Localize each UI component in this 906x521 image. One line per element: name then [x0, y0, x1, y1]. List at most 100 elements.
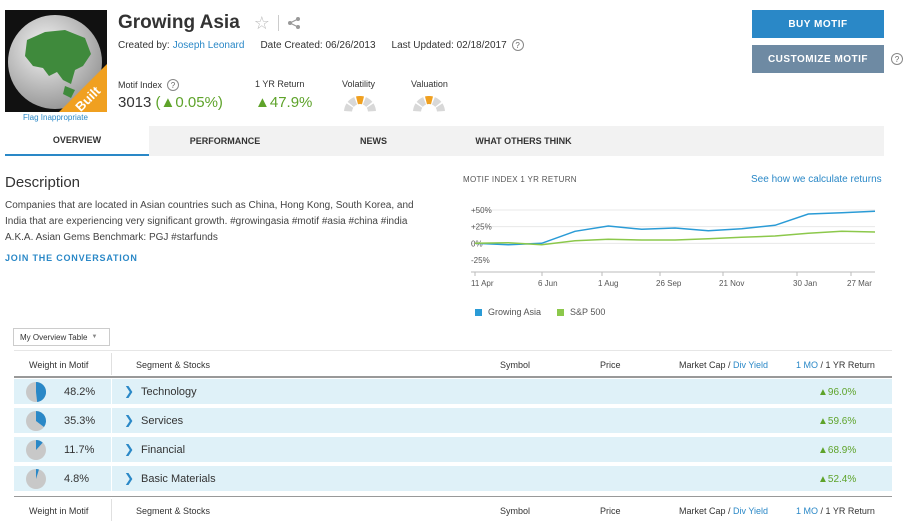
x-tick-label: 27 Mar	[847, 279, 872, 288]
one-year-label[interactable]: / 1 YR Return	[821, 506, 875, 516]
motif-logo: Built	[5, 10, 107, 112]
help-icon[interactable]: ?	[511, 39, 524, 51]
market-cap-label[interactable]: Market Cap /	[679, 506, 731, 516]
motif-index-label: Motif Index ?	[118, 79, 180, 91]
buy-motif-button[interactable]: BUY MOTIF	[752, 10, 884, 38]
tab-performance[interactable]: PERFORMANCE	[149, 126, 301, 156]
col-market-cap[interactable]: Market Cap / Div Yield	[679, 506, 768, 516]
y-tick-label: -25%	[471, 256, 490, 265]
legend-sp500[interactable]: S&P 500	[570, 307, 605, 317]
caret-down-icon: ▼	[91, 334, 98, 340]
segment-name[interactable]: Technology	[141, 386, 197, 398]
x-tick-label: 30 Jan	[793, 279, 817, 288]
gauge-segment	[424, 96, 434, 105]
return-value: ▲59.6%	[818, 416, 857, 427]
segment-name[interactable]: Financial	[141, 444, 185, 456]
x-tick-label: 11 Apr	[471, 279, 494, 288]
weight-value: 35.3%	[64, 415, 96, 427]
legend-swatch-growing-asia	[475, 308, 482, 316]
y-tick-label: +50%	[471, 206, 492, 215]
tab-overview[interactable]: OVERVIEW	[5, 126, 149, 156]
one-month-label[interactable]: 1 MO	[796, 360, 818, 370]
volatility-label: Volatility	[342, 79, 376, 89]
tab-what-others-think[interactable]: WHAT OTHERS THINK	[446, 126, 601, 156]
share-icon[interactable]	[287, 16, 301, 30]
col-price[interactable]: Price	[600, 360, 621, 370]
chevron-right-icon[interactable]: ❯	[124, 442, 134, 456]
gauge-segment	[355, 96, 365, 105]
col-symbol[interactable]: Symbol	[500, 360, 530, 370]
col-segment[interactable]: Segment & Stocks	[136, 506, 210, 516]
calc-returns-link[interactable]: See how we calculate returns	[751, 174, 882, 185]
index-value: 3013	[118, 94, 152, 111]
market-cap-label[interactable]: Market Cap /	[679, 360, 731, 370]
date-created: 06/26/2013	[325, 39, 376, 51]
col-market-cap[interactable]: Market Cap / Div Yield	[679, 360, 768, 370]
return-value: ▲96.0%	[818, 387, 857, 398]
table-row[interactable]: 35.3% ❯ Services ▲59.6%	[14, 408, 892, 435]
date-created-label: Date Created:	[260, 39, 323, 51]
col-weight[interactable]: Weight in Motif	[29, 360, 88, 370]
creator-link[interactable]: Joseph Leonard	[173, 40, 245, 51]
one-year-label[interactable]: / 1 YR Return	[821, 360, 875, 370]
valuation-gauge	[413, 96, 445, 112]
col-price[interactable]: Price	[600, 506, 621, 516]
weight-value: 4.8%	[64, 473, 90, 485]
div-yield-label[interactable]: Div Yield	[733, 360, 768, 370]
col-weight[interactable]: Weight in Motif	[29, 506, 88, 516]
help-icon[interactable]: ?	[167, 79, 180, 91]
chart-title: MOTIF INDEX 1 YR RETURN	[463, 175, 577, 184]
column-divider	[111, 353, 112, 375]
motif-index-label-text: Motif Index	[118, 80, 163, 90]
table-row[interactable]: 11.7% ❯ Financial ▲68.9%	[14, 437, 892, 464]
tab-news[interactable]: NEWS	[301, 126, 446, 156]
index-change: (▲0.05%)	[155, 94, 223, 111]
chart-legend: Growing Asia S&P 500	[475, 307, 605, 317]
col-return[interactable]: 1 MO / 1 YR Return	[796, 360, 875, 370]
legend-growing-asia[interactable]: Growing Asia	[488, 307, 541, 317]
series-line	[474, 230, 876, 246]
created-by-label: Created by:	[118, 39, 170, 51]
col-segment[interactable]: Segment & Stocks	[136, 360, 210, 370]
one-month-label[interactable]: 1 MO	[796, 506, 818, 516]
star-icon[interactable]: ☆	[254, 14, 270, 32]
customize-motif-button[interactable]: CUSTOMIZE MOTIF	[752, 45, 884, 73]
column-divider	[111, 466, 112, 493]
return-value: ▲52.4%	[818, 474, 857, 485]
return-chart: +50%+25%0%-25%11 Apr 6 Jun 1 Aug 26 Sep 21 N…	[471, 206, 876, 288]
x-tick-label: 6 Jun	[538, 279, 558, 288]
div-yield-label[interactable]: Div Yield	[733, 506, 768, 516]
col-return[interactable]: 1 MO / 1 YR Return	[796, 506, 875, 516]
chevron-right-icon[interactable]: ❯	[124, 471, 134, 485]
motif-index-value: 3013 (▲0.05%)	[118, 94, 223, 111]
chevron-right-icon[interactable]: ❯	[124, 413, 134, 427]
table-row[interactable]: 48.2% ❯ Technology ▲96.0%	[14, 379, 892, 406]
table-header: Weight in Motif Segment & Stocks Symbol …	[14, 350, 892, 378]
table-footer-header: Weight in Motif Segment & Stocks Symbol …	[14, 496, 892, 521]
weight-pie-icon	[26, 469, 46, 489]
valuation-label: Valuation	[411, 79, 448, 89]
weight-value: 11.7%	[64, 444, 95, 456]
chevron-right-icon[interactable]: ❯	[124, 384, 134, 398]
help-icon[interactable]: ?	[891, 53, 903, 65]
return-value: ▲68.9%	[818, 445, 857, 456]
description-heading: Description	[5, 174, 81, 191]
column-divider	[111, 499, 112, 521]
flag-inappropriate-link[interactable]: Flag Inappropriate	[23, 113, 88, 122]
column-divider	[111, 437, 112, 464]
weight-value: 48.2%	[64, 386, 96, 398]
segment-name[interactable]: Basic Materials	[141, 473, 216, 485]
pie-slice	[36, 381, 47, 402]
join-conversation-link[interactable]: JOIN THE CONVERSATION	[5, 253, 138, 263]
one-year-return-value: ▲47.9%	[255, 94, 313, 111]
table-view-select[interactable]: My Overview Table ▼	[13, 328, 110, 346]
one-year-return-label: 1 YR Return	[255, 79, 305, 89]
last-updated: 02/18/2017	[456, 39, 507, 51]
segment-name[interactable]: Services	[141, 415, 183, 427]
table-view-value: My Overview Table	[20, 332, 88, 342]
col-symbol[interactable]: Symbol	[500, 506, 530, 516]
table-row[interactable]: 4.8% ❯ Basic Materials ▲52.4%	[14, 466, 892, 493]
description-text: Companies that are located in Asian coun…	[5, 200, 414, 243]
divider	[277, 15, 279, 31]
weight-pie-icon	[26, 381, 47, 402]
